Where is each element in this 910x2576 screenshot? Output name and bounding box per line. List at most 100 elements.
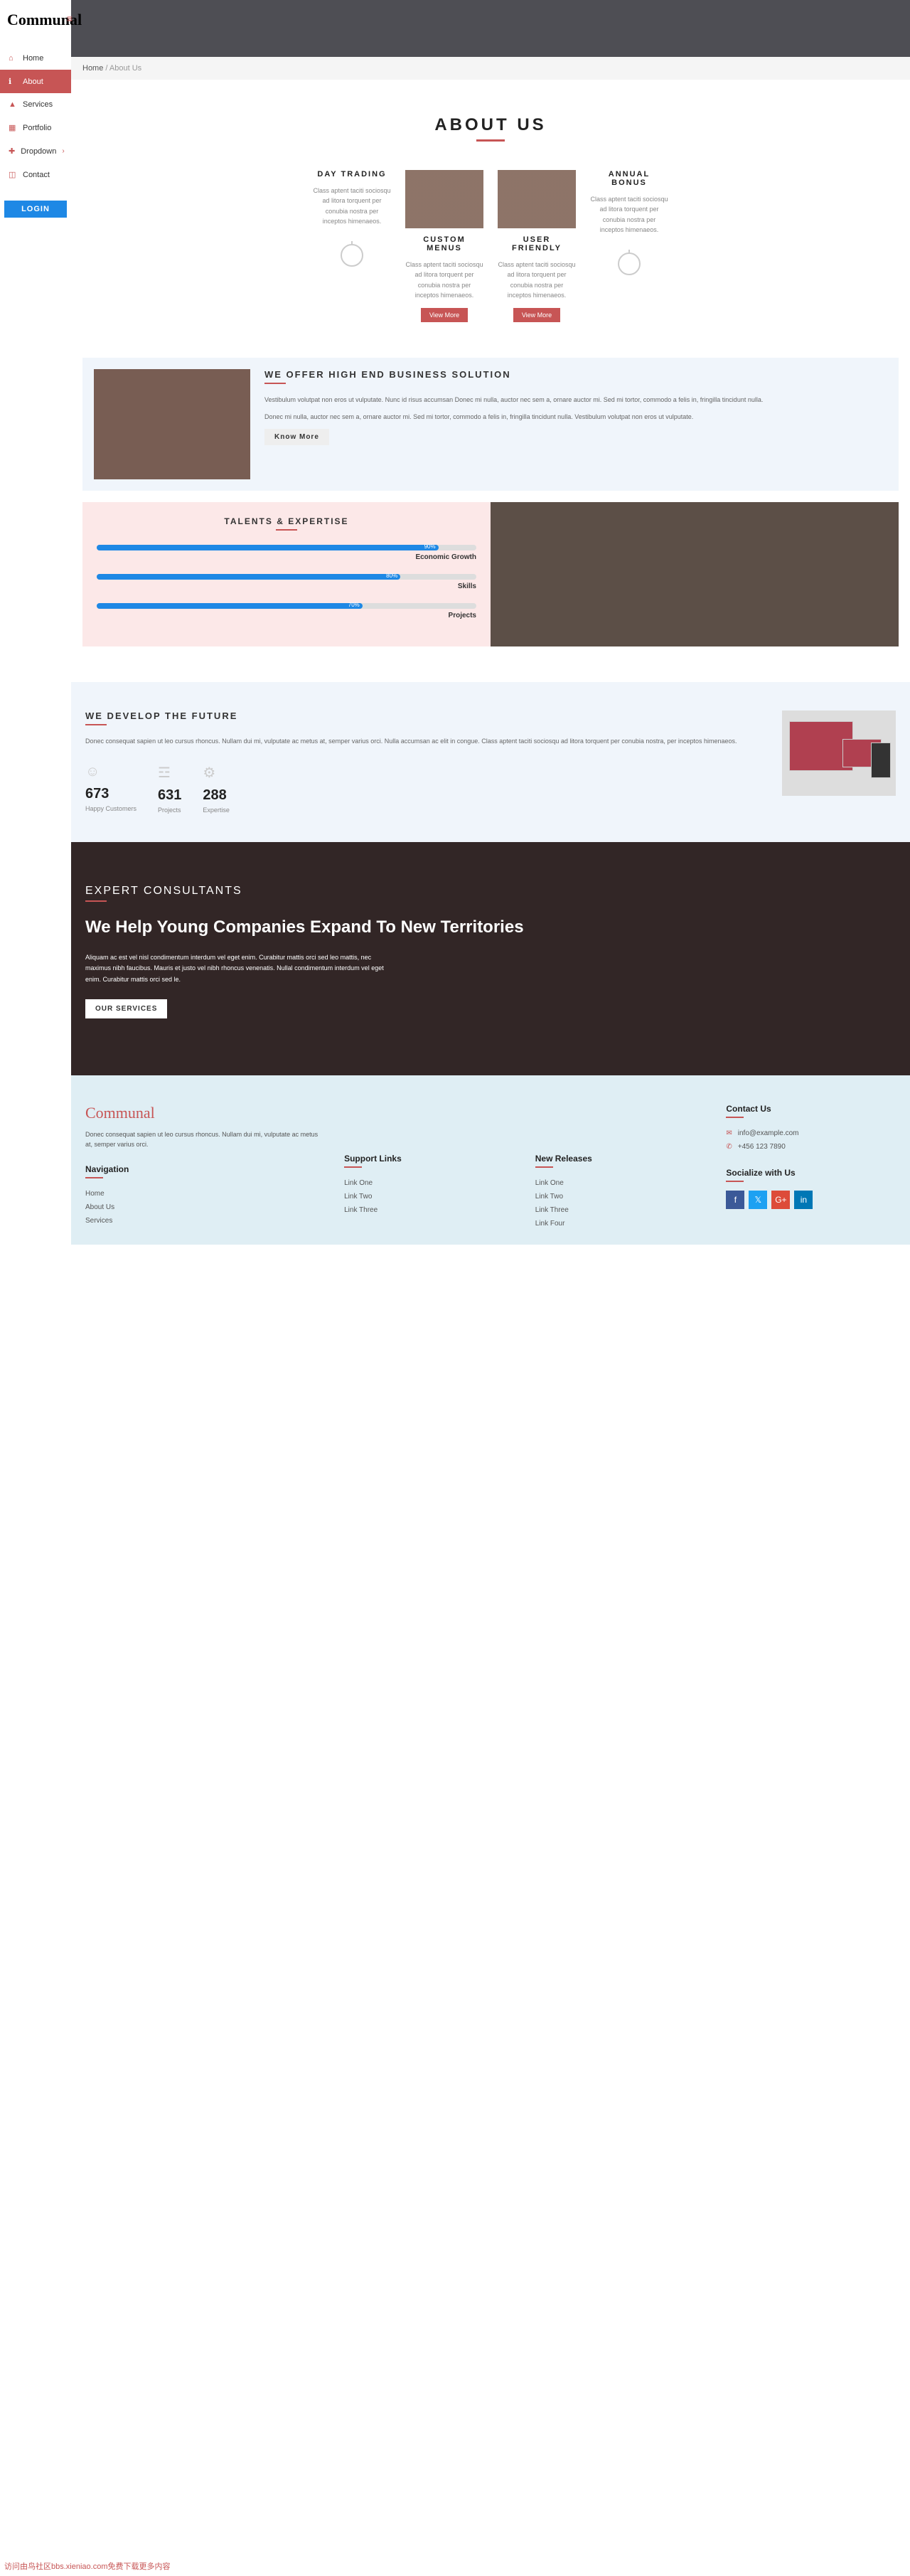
nav-item-dropdown[interactable]: ✚Dropdown› bbox=[0, 139, 71, 163]
stat-icon: ☺ bbox=[85, 764, 136, 780]
feature-image bbox=[498, 170, 576, 228]
footer-link[interactable]: Link Three bbox=[344, 1203, 514, 1217]
footer-link[interactable]: Services bbox=[85, 1214, 323, 1228]
nav-icon: ✚ bbox=[9, 147, 15, 156]
develop-content: WE DEVELOP THE FUTURE Donec consequat sa… bbox=[85, 710, 768, 814]
footer-contact-col: Contact Us ✉info@example.com ✆+456 123 7… bbox=[726, 1104, 896, 1230]
footer-underline bbox=[726, 1117, 744, 1118]
nav-item-contact[interactable]: ◫Contact bbox=[0, 163, 71, 186]
footer-link[interactable]: Link Three bbox=[535, 1203, 705, 1217]
footer-nav-heading: Navigation bbox=[85, 1164, 323, 1174]
feature-svg-icon bbox=[611, 246, 647, 282]
feature-card: USER FRIENDLY Class aptent taciti sociosq… bbox=[498, 170, 576, 322]
footer-releases-links: Link OneLink TwoLink ThreeLink Four bbox=[535, 1176, 705, 1230]
talents-panel: TALENTS & EXPERTISE Economic GrowthSkill… bbox=[82, 502, 491, 646]
about-section: ABOUT US DAY TRADINGClass aptent taciti … bbox=[71, 80, 910, 358]
phone-icon: ✆ bbox=[726, 1143, 732, 1151]
stats-row: ☺673Happy Customers☲631Projects⚙288Exper… bbox=[85, 764, 768, 814]
develop-title: WE DEVELOP THE FUTURE bbox=[85, 710, 768, 721]
footer-underline bbox=[85, 1177, 103, 1178]
mail-icon: ✉ bbox=[726, 1129, 732, 1137]
footer-link[interactable]: Link One bbox=[535, 1176, 705, 1190]
brand-logo[interactable]: Communal bbox=[0, 0, 71, 40]
our-services-button[interactable]: OUR SERVICES bbox=[85, 999, 167, 1018]
consultants-text: Aliquam ac est vel nisl condimentum inte… bbox=[85, 952, 384, 985]
breadcrumb-home[interactable]: Home bbox=[82, 64, 103, 73]
footer-releases-col: New Releases Link OneLink TwoLink ThreeL… bbox=[535, 1104, 705, 1230]
stat-label: Expertise bbox=[203, 807, 230, 814]
solution-text-2: Donec mi nulla, auctor nec sem a, ornare… bbox=[264, 412, 887, 422]
feature-text: Class aptent taciti sociosqu ad litora t… bbox=[313, 186, 391, 227]
stat-number: 288 bbox=[203, 787, 230, 804]
footer-underline bbox=[726, 1181, 744, 1182]
nav-label: Portfolio bbox=[23, 124, 51, 132]
footer-link[interactable]: Link Two bbox=[344, 1190, 514, 1203]
feature-card: DAY TRADINGClass aptent taciti sociosqu … bbox=[313, 170, 391, 322]
nav-item-about[interactable]: ℹAbout bbox=[0, 70, 71, 93]
know-more-button[interactable]: Know More bbox=[264, 429, 329, 445]
develop-text: Donec consequat sapien ut leo cursus rho… bbox=[85, 736, 768, 746]
consultants-underline bbox=[85, 900, 107, 902]
footer-about-text: Donec consequat sapien ut leo cursus rho… bbox=[85, 1129, 323, 1150]
talents-underline bbox=[276, 529, 297, 531]
contact-email[interactable]: ✉info@example.com bbox=[726, 1127, 896, 1140]
feature-card: ANNUAL BONUSClass aptent taciti sociosqu… bbox=[590, 170, 668, 322]
view-more-button[interactable]: View More bbox=[421, 308, 468, 322]
skill-track bbox=[97, 603, 476, 609]
nav-menu: ⌂HomeℹAbout▲Services▦Portfolio✚Dropdown›… bbox=[0, 47, 71, 186]
footer-nav-links: HomeAbout UsServices bbox=[85, 1187, 323, 1228]
talents-title: TALENTS & EXPERTISE bbox=[97, 516, 476, 526]
stat-icon: ☲ bbox=[158, 764, 181, 782]
feature-text: Class aptent taciti sociosqu ad litora t… bbox=[498, 260, 576, 301]
footer-releases-heading: New Releases bbox=[535, 1154, 705, 1164]
consultants-title: We Help Young Companies Expand To New Te… bbox=[85, 916, 896, 938]
nav-icon: ⌂ bbox=[9, 54, 17, 63]
nav-item-services[interactable]: ▲Services bbox=[0, 93, 71, 116]
footer-logo[interactable]: Communal bbox=[85, 1104, 323, 1122]
view-more-button[interactable]: View More bbox=[513, 308, 560, 322]
footer-link[interactable]: Link One bbox=[344, 1176, 514, 1190]
nav-label: Services bbox=[23, 100, 53, 109]
nav-label: Dropdown bbox=[21, 147, 56, 156]
solution-wrap: WE OFFER HIGH END BUSINESS SOLUTION Vest… bbox=[71, 358, 910, 682]
footer-link[interactable]: Link Four bbox=[535, 1217, 705, 1230]
footer: Communal Donec consequat sapien ut leo c… bbox=[71, 1075, 910, 1245]
consultants-section: EXPERT CONSULTANTS We Help Young Compani… bbox=[71, 842, 910, 1075]
solution-content: WE OFFER HIGH END BUSINESS SOLUTION Vest… bbox=[264, 369, 887, 479]
footer-link[interactable]: About Us bbox=[85, 1201, 323, 1214]
nav-label: Home bbox=[23, 54, 43, 63]
solution-text-1: Vestibulum volutpat non eros ut vulputat… bbox=[264, 395, 887, 405]
linkedin-icon[interactable]: in bbox=[794, 1191, 813, 1209]
feature-image bbox=[405, 170, 483, 228]
stat-number: 631 bbox=[158, 787, 181, 804]
feature-title: USER FRIENDLY bbox=[498, 235, 576, 252]
contact-phone[interactable]: ✆+456 123 7890 bbox=[726, 1140, 896, 1154]
footer-social-heading: Socialize with Us bbox=[726, 1168, 896, 1178]
watermark-text: 访问由鸟社区bbs.xieniao.com免费下载更多内容 bbox=[4, 2560, 171, 2572]
main-content: Home / About Us ABOUT US DAY TRADINGClas… bbox=[71, 0, 910, 1245]
nav-item-home[interactable]: ⌂ Home bbox=[0, 47, 71, 70]
develop-section: WE DEVELOP THE FUTURE Donec consequat sa… bbox=[71, 682, 910, 842]
skill-label: Projects bbox=[97, 612, 476, 619]
skill-label: Skills bbox=[97, 582, 476, 590]
solution-section: WE OFFER HIGH END BUSINESS SOLUTION Vest… bbox=[82, 358, 899, 491]
skill-bar: Projects bbox=[97, 603, 476, 619]
nav-label: About bbox=[23, 78, 43, 86]
talents-image bbox=[491, 502, 899, 646]
menu-toggle-icon[interactable]: ≡ bbox=[67, 13, 73, 24]
facebook-icon[interactable]: f bbox=[726, 1191, 744, 1209]
skill-track bbox=[97, 545, 476, 550]
nav-label: Contact bbox=[23, 171, 50, 179]
footer-link[interactable]: Home bbox=[85, 1187, 323, 1201]
stat-label: Happy Customers bbox=[85, 805, 136, 812]
login-button[interactable]: LOGIN bbox=[4, 201, 67, 218]
feature-card: CUSTOM MENUSClass aptent taciti sociosqu… bbox=[405, 170, 483, 322]
twitter-icon[interactable]: 𝕏 bbox=[749, 1191, 767, 1209]
nav-item-portfolio[interactable]: ▦Portfolio bbox=[0, 116, 71, 139]
skill-fill bbox=[97, 574, 400, 580]
footer-support-col: Support Links Link OneLink TwoLink Three bbox=[344, 1104, 514, 1230]
footer-underline bbox=[344, 1166, 362, 1168]
footer-link[interactable]: Link Two bbox=[535, 1190, 705, 1203]
stat-label: Projects bbox=[158, 807, 181, 814]
google-plus-icon[interactable]: G+ bbox=[771, 1191, 790, 1209]
